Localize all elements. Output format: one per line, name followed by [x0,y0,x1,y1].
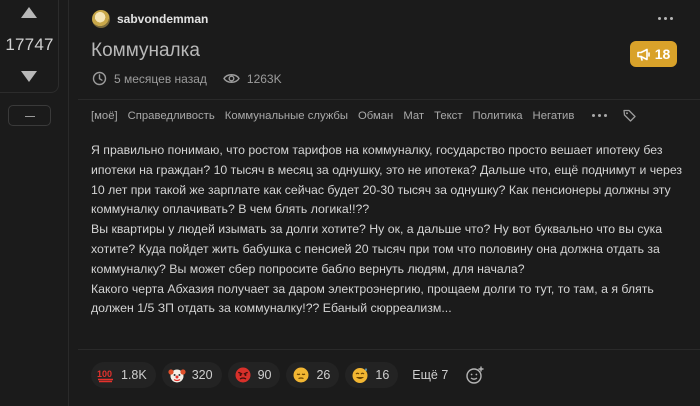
post-age: 5 месяцев назад [114,71,207,86]
more-reactions-button[interactable]: Ещё 7 [404,362,456,388]
avatar[interactable] [92,10,110,28]
tag-icon[interactable] [623,109,637,122]
downvote-arrow-icon[interactable] [21,71,37,82]
post-paragraph: Какого черта Абхазия получает за даром э… [91,281,654,316]
divider [78,99,700,100]
add-reaction-icon[interactable] [462,362,488,388]
post-meta: 5 месяцев назад 1263K [92,71,282,86]
post-title[interactable]: Коммуналка [91,40,200,62]
more-tags-icon[interactable] [592,114,608,117]
upvote-arrow-icon[interactable] [21,7,37,18]
tag[interactable]: Мат [403,110,424,122]
reaction-button[interactable]: 16 [345,362,399,388]
sweat-smile-face-icon [351,366,369,384]
tag[interactable]: Негатив [533,110,575,122]
reaction-button[interactable]: 26 [286,362,340,388]
post-content: Я правильно понимаю, что ростом тарифов … [91,141,691,319]
reaction-button[interactable]: 100 1.8K [91,362,156,388]
tag[interactable]: Политика [473,110,523,122]
minus-button[interactable] [8,105,51,126]
tag[interactable]: [моё] [91,110,118,122]
reaction-count: 320 [191,368,213,382]
reaction-count: 26 [316,368,331,382]
comments-badge[interactable]: 18 [630,41,677,67]
divider [68,0,69,406]
rating-value: 17747 [5,35,54,54]
svg-text:100: 100 [97,369,112,379]
reaction-button[interactable]: 320 [161,362,222,388]
divider [78,349,700,350]
comments-count: 18 [654,46,671,62]
post-paragraph: Вы квартиры у людей изымать за долги хот… [91,222,663,276]
reactions-bar: 100 1.8K 320 90 26 16 Ещё 7 [91,362,488,388]
pensive-face-icon [292,366,310,384]
tag[interactable]: Обман [358,110,393,122]
reaction-count: 16 [375,368,390,382]
tag-list: [моё] Справедливость Коммунальные службы… [91,109,637,122]
tag[interactable]: Коммунальные службы [225,110,348,122]
tag[interactable]: Текст [434,110,462,122]
reaction-button[interactable]: 90 [227,362,281,388]
reaction-count: 90 [257,368,272,382]
angry-face-icon [234,366,252,384]
megaphone-icon [636,48,650,61]
eye-icon [223,72,240,85]
hundred-points-icon: 100 [97,366,115,384]
view-count: 1263K [246,71,282,86]
clock-icon [92,71,107,86]
vote-panel: 17747 [0,0,59,93]
post-paragraph: Я правильно понимаю, что ростом тарифов … [91,143,683,217]
author-name[interactable]: sabvondemman [117,12,208,26]
reaction-count: 1.8K [121,368,147,382]
minus-icon [25,116,35,117]
tag[interactable]: Справедливость [128,110,215,122]
more-options-icon[interactable] [658,17,673,20]
clown-face-icon [168,366,186,384]
